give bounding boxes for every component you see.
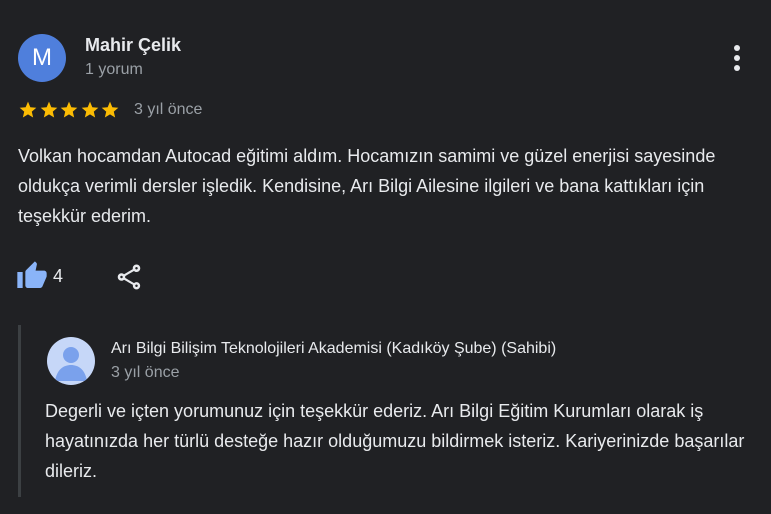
owner-avatar[interactable]: [47, 337, 95, 385]
person-icon: [55, 347, 87, 381]
star-icon: [19, 101, 37, 118]
rating-row: 3 yıl önce: [18, 98, 202, 122]
share-button[interactable]: [114, 262, 144, 292]
like-count: 4: [53, 265, 64, 286]
star-icon: [40, 101, 57, 118]
author-initial: M: [32, 44, 52, 71]
thumb-up-icon: [17, 261, 47, 288]
author-review-count[interactable]: 1 yorum: [85, 61, 143, 79]
star-rating: [18, 100, 121, 120]
author-avatar[interactable]: M: [18, 34, 66, 82]
owner-reply-text: Degerli ve içten yorumunuz için teşekkür…: [45, 401, 745, 481]
owner-reply-date: 3 yıl önce: [111, 364, 180, 381]
review-text: Volkan hocamdan Autocad eğitimi aldım. H…: [18, 146, 716, 226]
share-icon: [117, 264, 141, 290]
more-options-button[interactable]: [722, 40, 752, 76]
owner-name: Arı Bilgi Bilişim Teknolojileri Akademis…: [111, 340, 557, 357]
author-name[interactable]: Mahir Çelik: [85, 35, 181, 56]
star-icon: [60, 101, 78, 118]
review-card: M Mahir Çelik 1 yorum 3 yıl önce Volkan …: [0, 0, 771, 514]
star-icon: [81, 101, 99, 118]
owner-reply: Arı Bilgi Bilişim Teknolojileri Akademis…: [18, 325, 761, 497]
review-date: 3 yıl önce: [133, 101, 203, 118]
like-button[interactable]: 4: [16, 260, 63, 292]
star-icon: [102, 101, 119, 118]
